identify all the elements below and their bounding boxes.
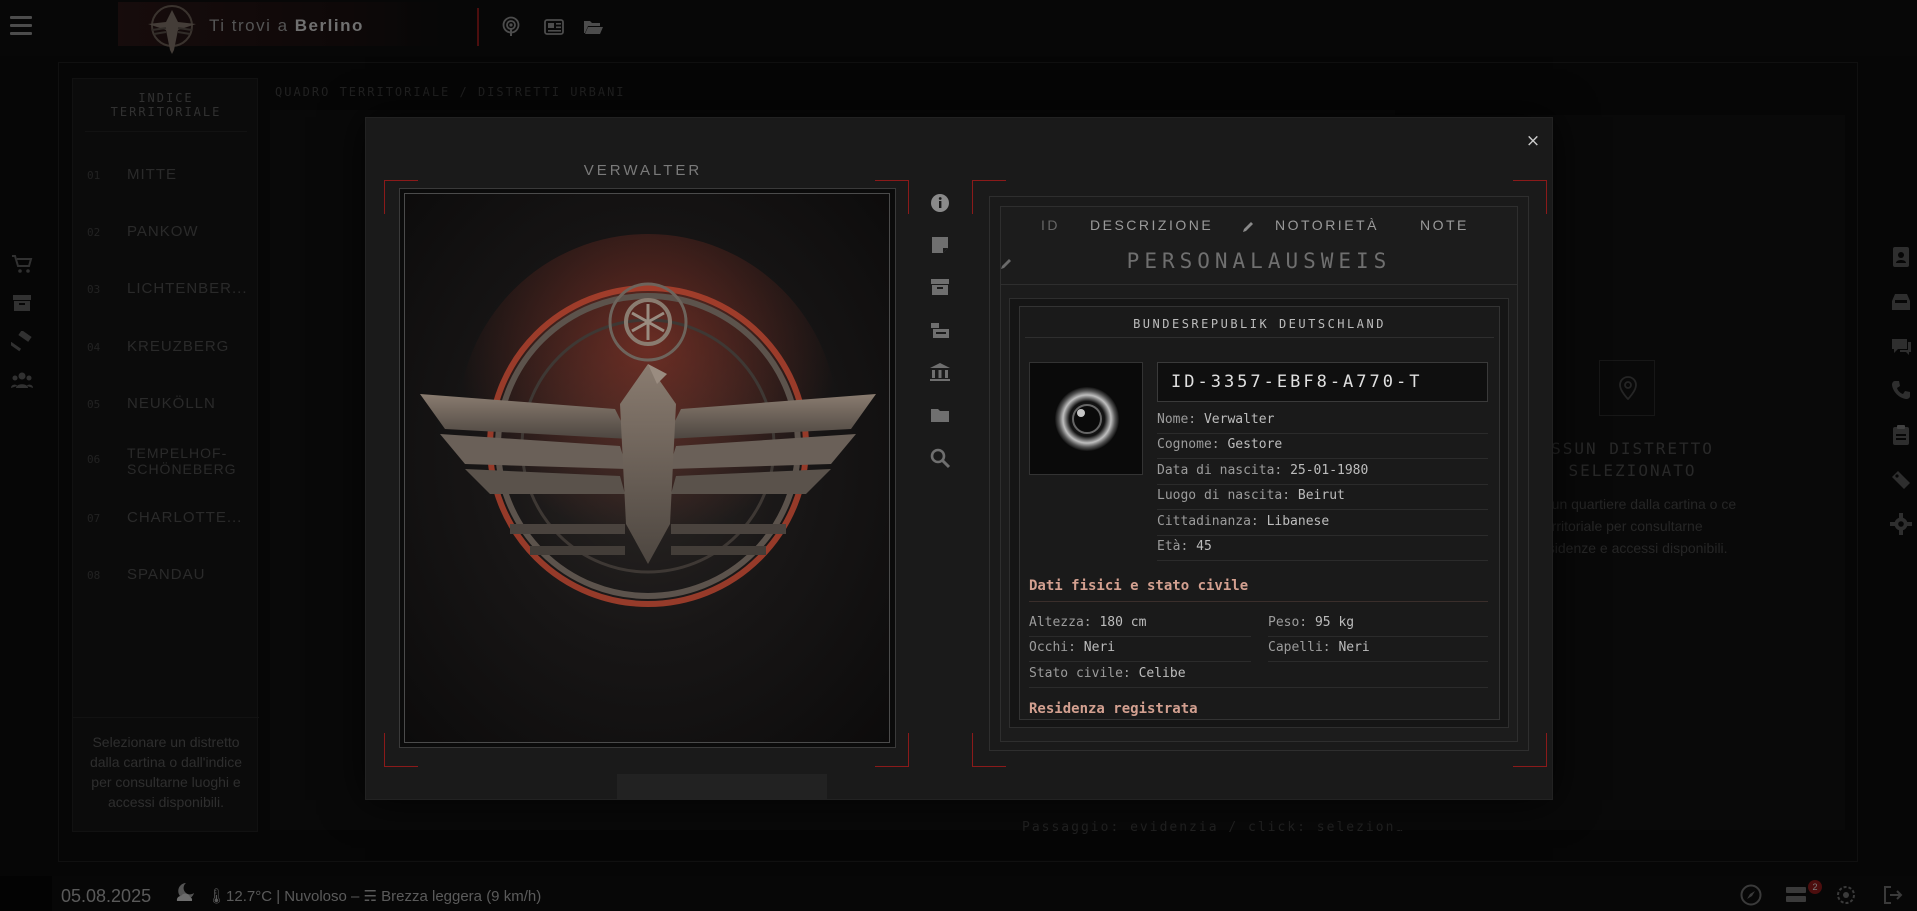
portrait-caption-strip — [617, 774, 827, 800]
field-label: Stato civile: — [1029, 666, 1131, 681]
search-icon[interactable] — [929, 447, 951, 469]
field-eta: Età: 45 — [1157, 536, 1488, 561]
field-label: Altezza: — [1029, 615, 1092, 630]
field-label: Peso: — [1268, 615, 1308, 630]
id-photo — [1029, 362, 1143, 475]
camera-lens-icon — [1055, 387, 1119, 451]
id-number: ID-3357-EBF8-A770-T — [1157, 362, 1488, 402]
field-label: Cittadinanza: — [1157, 514, 1259, 529]
field-label: Età: — [1157, 539, 1189, 554]
folder-icon[interactable] — [929, 404, 951, 426]
info-icon[interactable] — [929, 192, 951, 214]
bank-icon[interactable] — [929, 361, 951, 383]
id-tabs: ID DESCRIZIONE NOTORIETÀ NOTE — [1000, 217, 1518, 237]
field-value: Beirut — [1297, 488, 1345, 503]
field-nome: Nome: Verwalter — [1157, 409, 1488, 434]
tab-id[interactable]: ID — [1041, 217, 1060, 233]
edit-pencil-icon[interactable] — [1242, 221, 1254, 233]
field-value: Celibe — [1138, 666, 1186, 681]
field-label: Data di nascita: — [1157, 463, 1283, 478]
field-value: 25-01-1980 — [1290, 463, 1369, 478]
portrait-name: VERWALTER — [583, 162, 703, 179]
field-label: Capelli: — [1268, 640, 1331, 655]
field-value: 180 cm — [1099, 615, 1147, 630]
section-physical-title: Dati fisici e stato civile — [1029, 574, 1488, 602]
archive-icon[interactable] — [929, 276, 951, 298]
field-data-nascita: Data di nascita: 25-01-1980 — [1157, 460, 1488, 485]
sticky-note-icon[interactable] — [929, 234, 951, 256]
field-value: Neri — [1338, 640, 1370, 655]
field-occhi: Occhi: Neri — [1029, 637, 1251, 662]
tab-notorieta[interactable]: NOTORIETÀ — [1275, 217, 1379, 233]
field-label: Cognome: — [1157, 437, 1220, 452]
field-luogo-nascita: Luogo di nascita: Beirut — [1157, 485, 1488, 510]
field-capelli: Capelli: Neri — [1268, 637, 1488, 662]
section-residence-title: Residenza registrata — [1029, 701, 1198, 717]
field-peso: Peso: 95 kg — [1268, 612, 1488, 637]
field-value: 95 kg — [1314, 615, 1355, 630]
cash-register-icon[interactable] — [929, 319, 951, 341]
portrait-image — [404, 193, 890, 743]
field-value: Libanese — [1266, 514, 1330, 529]
eagle-crest-icon — [420, 234, 876, 689]
tab-note[interactable]: NOTE — [1420, 217, 1469, 233]
field-value: Verwalter — [1203, 412, 1275, 427]
close-button[interactable]: × — [1523, 131, 1543, 151]
field-label: Luogo di nascita: — [1157, 488, 1291, 503]
field-altezza: Altezza: 180 cm — [1029, 612, 1251, 637]
field-value: Neri — [1083, 640, 1116, 655]
field-label: Nome: — [1157, 412, 1197, 427]
field-value: Gestore — [1227, 437, 1283, 452]
field-stato-civile: Stato civile: Celibe — [1029, 663, 1488, 688]
field-cognome: Cognome: Gestore — [1157, 434, 1488, 459]
field-value: 45 — [1196, 539, 1212, 554]
tab-descrizione[interactable]: DESCRIZIONE — [1090, 217, 1213, 233]
card-issuer: BUNDESREPUBLIK DEUTSCHLAND — [1025, 310, 1494, 338]
field-cittadinanza: Cittadinanza: Libanese — [1157, 511, 1488, 536]
field-label: Occhi: — [1029, 640, 1076, 655]
id-heading: PERSONALAUSWEIS — [1126, 249, 1392, 273]
divider — [1000, 284, 1518, 285]
